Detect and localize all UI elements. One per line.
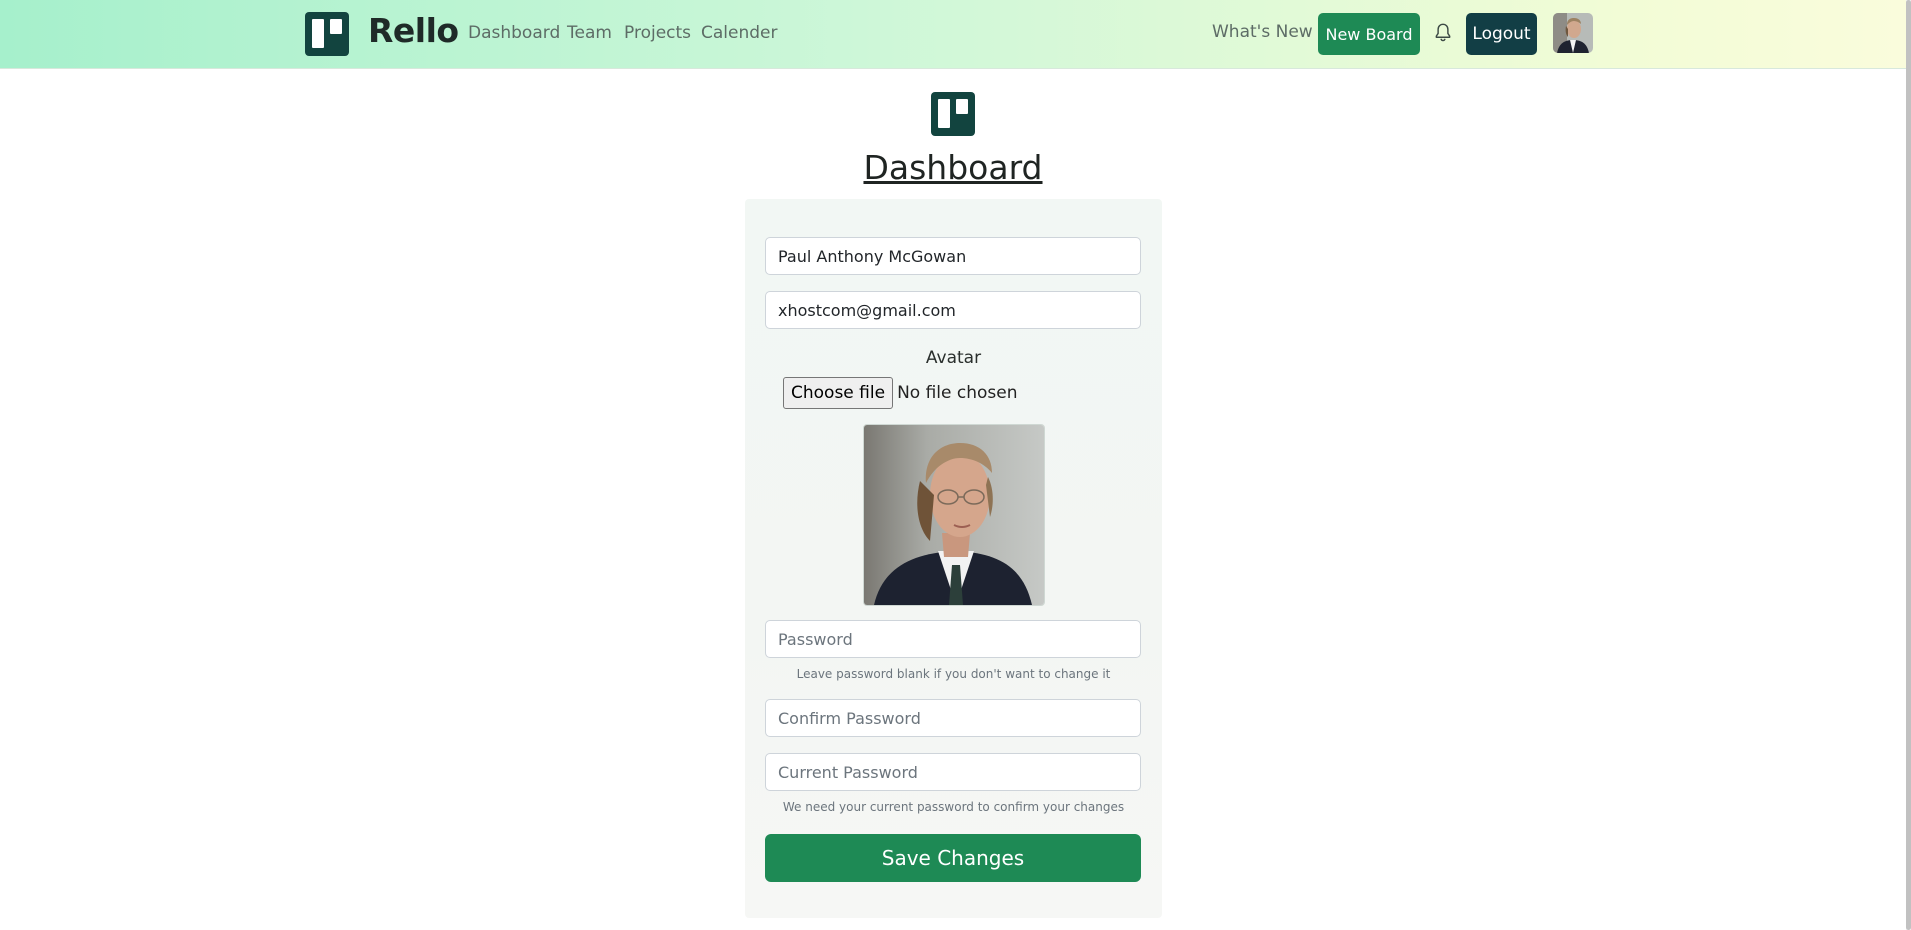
page-title: Dashboard [863, 148, 1043, 187]
password-help-text: Leave password blank if you don't want t… [796, 667, 1111, 681]
bell-icon[interactable] [1434, 23, 1452, 43]
choose-file-button[interactable]: Choose file [783, 377, 894, 409]
password-field[interactable] [765, 620, 1141, 658]
brand-name[interactable]: Rello [368, 11, 459, 50]
page-scrollbar[interactable] [1906, 0, 1911, 930]
scrollbar-thumb[interactable] [1906, 0, 1911, 930]
page-logo-icon [931, 92, 975, 136]
save-changes-button[interactable]: Save Changes [765, 834, 1141, 882]
nav-link-calender[interactable]: Calender [701, 23, 777, 43]
nav-link-dashboard[interactable]: Dashboard [468, 23, 560, 43]
whats-new-link[interactable]: What's New [1212, 22, 1313, 42]
avatar-file-input[interactable]: Choose file No file chosen [783, 377, 1018, 409]
current-password-help-text: We need your current password to confirm… [782, 800, 1125, 814]
logout-button[interactable]: Logout [1466, 13, 1537, 55]
nav-link-projects[interactable]: Projects [624, 23, 691, 43]
avatar-label: Avatar [925, 348, 982, 368]
top-navbar: Rello Dashboard Team Projects Calender W… [0, 0, 1911, 69]
confirm-password-field[interactable] [765, 699, 1141, 737]
email-field[interactable] [765, 291, 1141, 329]
new-board-button[interactable]: New Board [1318, 13, 1420, 55]
user-avatar[interactable] [1553, 13, 1593, 53]
profile-form: Avatar Choose file No file chosen [745, 199, 1162, 918]
trello-logo-icon[interactable] [305, 12, 349, 56]
current-password-field[interactable] [765, 753, 1141, 791]
name-field[interactable] [765, 237, 1141, 275]
nav-link-team[interactable]: Team [567, 23, 612, 43]
file-status-text: No file chosen [897, 383, 1018, 403]
avatar-preview-image [863, 424, 1045, 606]
